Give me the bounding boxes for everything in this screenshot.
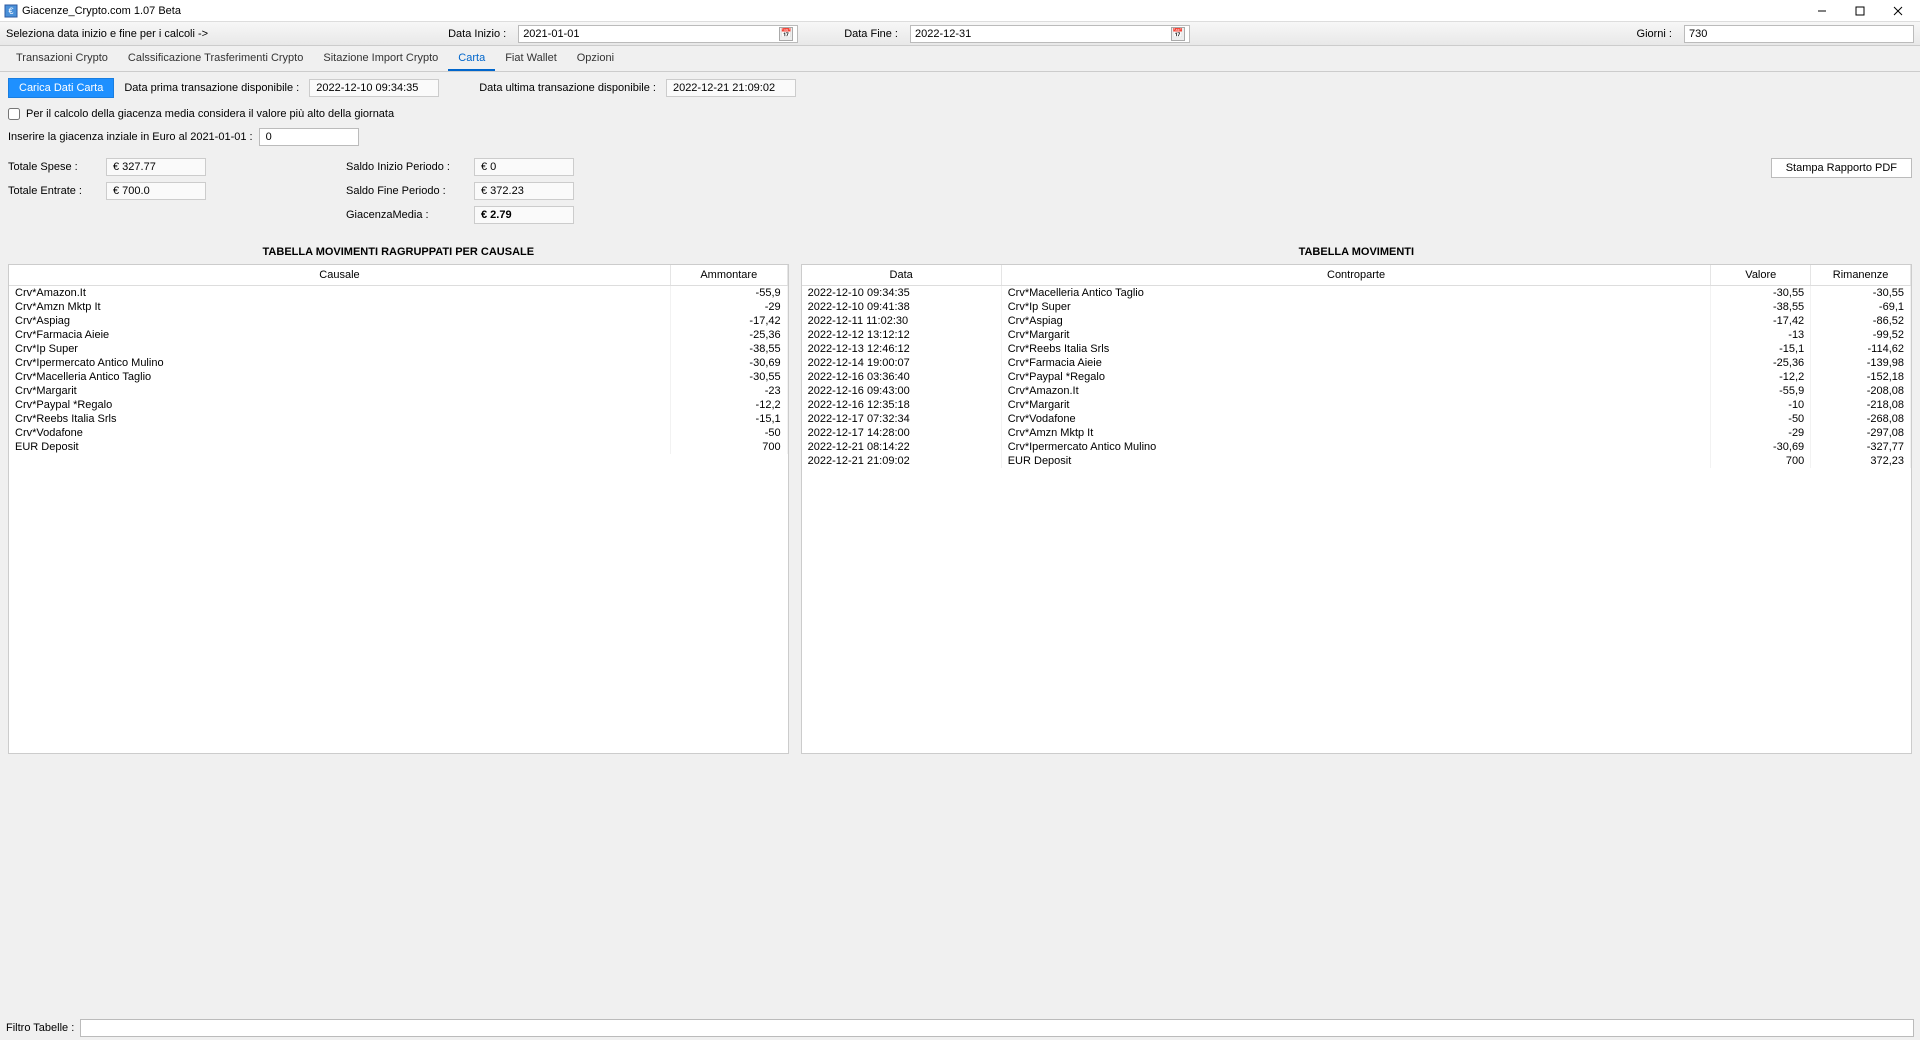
saldo-inizio-label: Saldo Inizio Periodo : <box>346 161 466 173</box>
saldo-fine-value: € 372.23 <box>474 182 574 200</box>
main-tabs: Transazioni CryptoCalssificazione Trasfe… <box>0 46 1920 72</box>
date-selection-bar: Seleziona data inizio e fine per i calco… <box>0 22 1920 46</box>
first-tx-label: Data prima transazione disponibile : <box>124 82 299 94</box>
table-movimenti-wrap[interactable]: DataControparteValoreRimanenze 2022-12-1… <box>801 264 1912 754</box>
filter-input[interactable] <box>80 1019 1914 1037</box>
table-causale-wrap[interactable]: CausaleAmmontare Crv*Amazon.It-55,9Crv*A… <box>8 264 789 754</box>
window-title: Giacenze_Crypto.com 1.07 Beta <box>22 5 1804 17</box>
totale-entrate-label: Totale Entrate : <box>8 185 98 197</box>
table-row[interactable]: EUR Deposit700 <box>9 440 787 454</box>
table-row[interactable]: 2022-12-10 09:34:35Crv*Macelleria Antico… <box>802 286 1911 301</box>
tables-area: TABELLA MOVIMENTI RAGRUPPATI PER CAUSALE… <box>0 232 1920 762</box>
totale-entrate-value: € 700.0 <box>106 182 206 200</box>
app-icon: € <box>4 4 18 18</box>
initial-balance-input[interactable] <box>259 128 359 146</box>
table-row[interactable]: Crv*Amzn Mktp It-29 <box>9 300 787 314</box>
giacenza-media-label: GiacenzaMedia : <box>346 209 466 221</box>
table-causale: CausaleAmmontare Crv*Amazon.It-55,9Crv*A… <box>9 265 788 454</box>
table-row[interactable]: 2022-12-11 11:02:30Crv*Aspiag-17,42-86,5… <box>802 314 1911 328</box>
calendar-icon[interactable]: 📅 <box>1171 27 1185 41</box>
action-row: Carica Dati Carta Data prima transazione… <box>0 72 1920 104</box>
table-row[interactable]: Crv*Ipermercato Antico Mulino-30,69 <box>9 356 787 370</box>
giacenza-media-value: € 2.79 <box>474 206 574 224</box>
footer-bar: Filtro Tabelle : <box>0 1016 1920 1040</box>
tab-opzioni[interactable]: Opzioni <box>567 47 624 71</box>
column-header[interactable]: Ammontare <box>670 265 787 286</box>
table-causale-panel: TABELLA MOVIMENTI RAGRUPPATI PER CAUSALE… <box>8 240 789 754</box>
table-row[interactable]: 2022-12-13 12:46:12Crv*Reebs Italia Srls… <box>802 342 1911 356</box>
data-fine-input[interactable]: 2022-12-31 📅 <box>910 25 1190 43</box>
table-row[interactable]: Crv*Paypal *Regalo-12,2 <box>9 398 787 412</box>
table-movimenti: DataControparteValoreRimanenze 2022-12-1… <box>802 265 1911 468</box>
giacenza-media-checkbox[interactable] <box>8 108 20 120</box>
giorni-label: Giorni : <box>1637 28 1672 40</box>
table-row[interactable]: 2022-12-16 03:36:40Crv*Paypal *Regalo-12… <box>802 370 1911 384</box>
table-row[interactable]: Crv*Macelleria Antico Taglio-30,55 <box>9 370 787 384</box>
column-header[interactable]: Causale <box>9 265 670 286</box>
table-row[interactable]: 2022-12-12 13:12:12Crv*Margarit-13-99,52 <box>802 328 1911 342</box>
table-row[interactable]: Crv*Ip Super-38,55 <box>9 342 787 356</box>
svg-text:€: € <box>8 6 13 16</box>
giorni-value: 730 <box>1689 28 1707 40</box>
tab-sitazione-import-crypto[interactable]: Sitazione Import Crypto <box>313 47 448 71</box>
column-header[interactable]: Rimanenze <box>1811 265 1911 286</box>
summary-section: Totale Spese : € 327.77 Totale Entrate :… <box>0 150 1920 232</box>
data-fine-value: 2022-12-31 <box>915 28 971 40</box>
data-inizio-input[interactable]: 2021-01-01 📅 <box>518 25 798 43</box>
table-row[interactable]: Crv*Farmacia Aieie-25,36 <box>9 328 787 342</box>
checkbox-row: Per il calcolo della giacenza media cons… <box>0 104 1920 124</box>
checkbox-label: Per il calcolo della giacenza media cons… <box>26 108 394 120</box>
table-row[interactable]: 2022-12-17 14:28:00Crv*Amzn Mktp It-29-2… <box>802 426 1911 440</box>
table-row[interactable]: 2022-12-21 08:14:22Crv*Ipermercato Antic… <box>802 440 1911 454</box>
initial-balance-label: Inserire la giacenza inziale in Euro al … <box>8 131 253 143</box>
initial-balance-row: Inserire la giacenza inziale in Euro al … <box>0 124 1920 150</box>
data-inizio-label: Data Inizio : <box>448 28 506 40</box>
giorni-input[interactable]: 730 <box>1684 25 1914 43</box>
table-row[interactable]: 2022-12-17 07:32:34Crv*Vodafone-50-268,0… <box>802 412 1911 426</box>
totale-spese-label: Totale Spese : <box>8 161 98 173</box>
table-row[interactable]: 2022-12-21 21:09:02EUR Deposit700372,23 <box>802 454 1911 468</box>
tab-calssificazione-trasferimenti-crypto[interactable]: Calssificazione Trasferimenti Crypto <box>118 47 313 71</box>
tab-transazioni-crypto[interactable]: Transazioni Crypto <box>6 47 118 71</box>
tab-carta[interactable]: Carta <box>448 47 495 71</box>
table-row[interactable]: Crv*Reebs Italia Srls-15,1 <box>9 412 787 426</box>
table-movimenti-title: TABELLA MOVIMENTI <box>801 240 1912 264</box>
minimize-button[interactable] <box>1804 1 1840 21</box>
titlebar: € Giacenze_Crypto.com 1.07 Beta <box>0 0 1920 22</box>
calendar-icon[interactable]: 📅 <box>779 27 793 41</box>
column-header[interactable]: Data <box>802 265 1002 286</box>
table-causale-title: TABELLA MOVIMENTI RAGRUPPATI PER CAUSALE <box>8 240 789 264</box>
saldo-inizio-value: € 0 <box>474 158 574 176</box>
table-row[interactable]: 2022-12-14 19:00:07Crv*Farmacia Aieie-25… <box>802 356 1911 370</box>
table-row[interactable]: 2022-12-16 09:43:00Crv*Amazon.It-55,9-20… <box>802 384 1911 398</box>
last-tx-value: 2022-12-21 21:09:02 <box>666 79 796 97</box>
saldo-fine-label: Saldo Fine Periodo : <box>346 185 466 197</box>
select-date-label: Seleziona data inizio e fine per i calco… <box>6 28 208 40</box>
table-row[interactable]: Crv*Aspiag-17,42 <box>9 314 787 328</box>
data-inizio-value: 2021-01-01 <box>523 28 579 40</box>
column-header[interactable]: Valore <box>1711 265 1811 286</box>
table-row[interactable]: Crv*Vodafone-50 <box>9 426 787 440</box>
table-row[interactable]: 2022-12-10 09:41:38Crv*Ip Super-38,55-69… <box>802 300 1911 314</box>
pdf-report-button[interactable]: Stampa Rapporto PDF <box>1771 158 1912 178</box>
last-tx-label: Data ultima transazione disponibile : <box>479 82 656 94</box>
filter-label: Filtro Tabelle : <box>6 1022 74 1034</box>
table-row[interactable]: 2022-12-16 12:35:18Crv*Margarit-10-218,0… <box>802 398 1911 412</box>
totale-spese-value: € 327.77 <box>106 158 206 176</box>
data-fine-label: Data Fine : <box>844 28 898 40</box>
maximize-button[interactable] <box>1842 1 1878 21</box>
tab-fiat-wallet[interactable]: Fiat Wallet <box>495 47 567 71</box>
table-row[interactable]: Crv*Amazon.It-55,9 <box>9 286 787 301</box>
table-movimenti-panel: TABELLA MOVIMENTI DataControparteValoreR… <box>801 240 1912 754</box>
close-button[interactable] <box>1880 1 1916 21</box>
load-card-data-button[interactable]: Carica Dati Carta <box>8 78 114 98</box>
table-row[interactable]: Crv*Margarit-23 <box>9 384 787 398</box>
column-header[interactable]: Controparte <box>1001 265 1711 286</box>
first-tx-value: 2022-12-10 09:34:35 <box>309 79 439 97</box>
